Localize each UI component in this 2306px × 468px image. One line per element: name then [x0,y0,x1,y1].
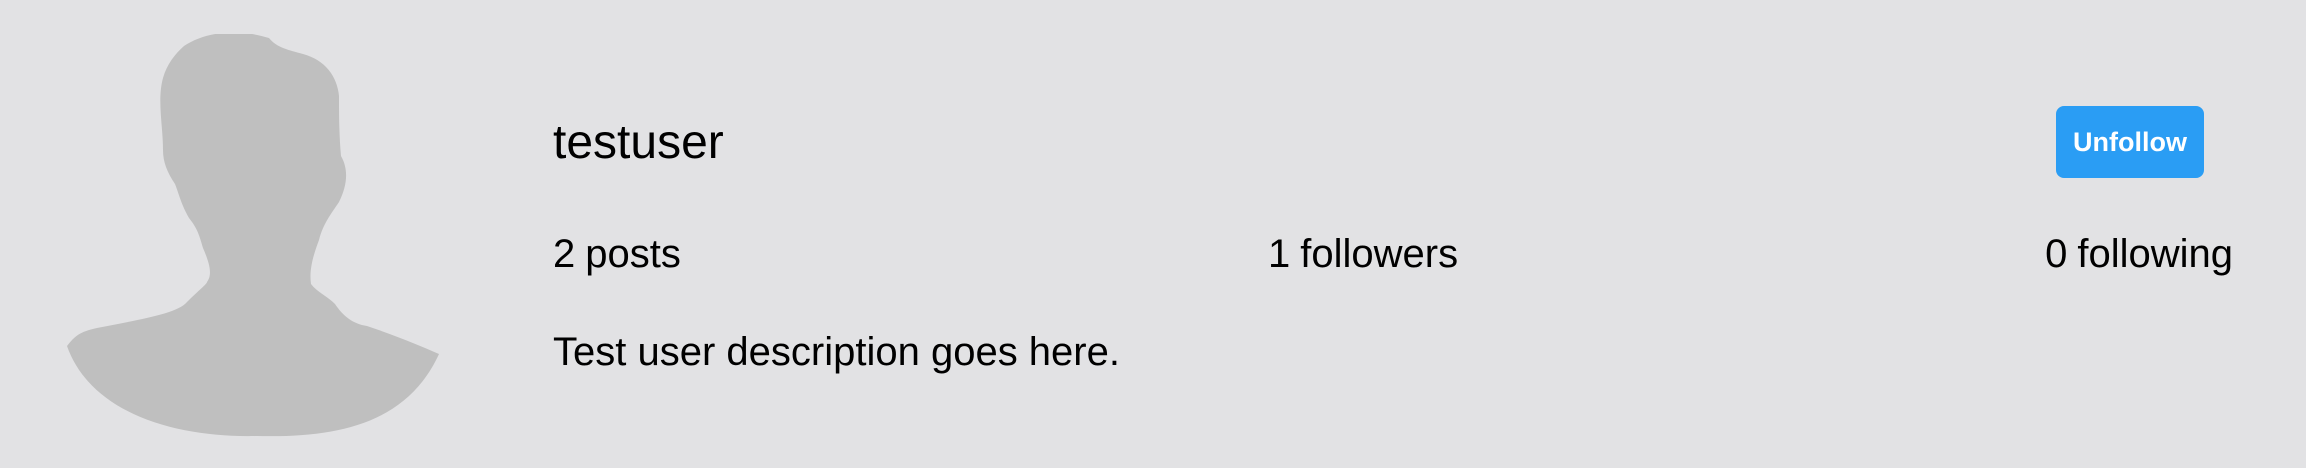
posts-count: 2 [553,232,576,276]
posts-stat: 2 posts [553,226,681,282]
followers-label: followers [1300,232,1459,276]
followers-count: 1 [1268,232,1291,276]
profile-bio: Test user description goes here. [553,330,1120,374]
following-stat[interactable]: 0 following [2045,226,2233,282]
username: testuser [553,116,724,169]
posts-label: posts [585,232,681,276]
profile-header: testuser Unfollow 2 posts 1 followers 0 fol… [0,0,2306,468]
default-user-silhouette-icon [67,34,439,437]
followers-stat[interactable]: 1 followers [1268,226,1458,282]
unfollow-button[interactable]: Unfollow [2056,106,2204,178]
avatar [67,34,439,438]
following-count: 0 [2045,232,2068,276]
following-label: following [2077,232,2233,276]
